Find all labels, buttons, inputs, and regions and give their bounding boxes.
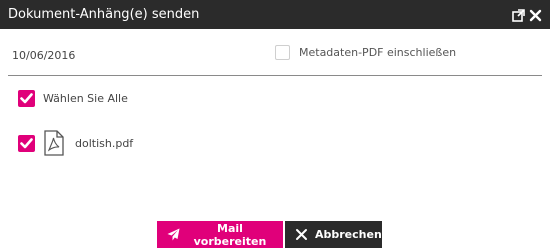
prepare-mail-label: Mail vorbereiten <box>193 221 267 248</box>
checkmark-icon <box>20 93 33 104</box>
checkmark-icon <box>20 137 33 148</box>
file-name: doltish.pdf <box>75 136 134 150</box>
cancel-label: Abbrechen <box>315 228 382 241</box>
dialog-titlebar: Dokument-Anhäng(e) senden <box>0 0 550 29</box>
titlebar-icons <box>512 7 542 22</box>
dialog-title: Dokument-Anhäng(e) senden <box>8 7 200 22</box>
pdf-file-icon <box>44 130 64 156</box>
external-link-icon[interactable] <box>512 7 525 22</box>
select-all-checkbox[interactable] <box>18 90 35 107</box>
prepare-mail-button[interactable]: Mail vorbereiten <box>157 221 283 248</box>
select-all-option[interactable]: Wählen Sie Alle <box>18 90 128 107</box>
close-icon <box>295 228 308 241</box>
include-metadata-label: Metadaten-PDF einschließen <box>299 46 457 59</box>
include-metadata-option[interactable]: Metadaten-PDF einschließen <box>275 45 456 60</box>
cancel-button[interactable]: Abbrechen <box>285 221 382 248</box>
file-item[interactable]: doltish.pdf <box>18 130 133 156</box>
paper-plane-icon <box>167 228 180 241</box>
include-metadata-checkbox[interactable] <box>275 45 290 60</box>
file-checkbox[interactable] <box>18 134 35 152</box>
document-date: 10/06/2016 <box>12 49 76 62</box>
divider <box>8 75 542 76</box>
close-icon[interactable] <box>529 7 542 22</box>
select-all-label: Wählen Sie Alle <box>43 92 128 105</box>
